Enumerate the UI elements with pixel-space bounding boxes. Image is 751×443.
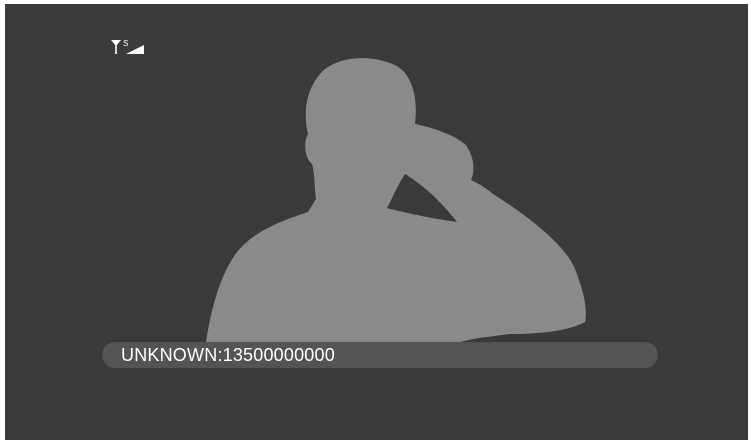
caller-silhouette-icon [206,58,586,342]
caller-info-bar: UNKNOWN : 13500000000 [102,342,658,368]
incoming-call-screen: S UNKNOWN : 13500000000 [5,4,748,440]
caller-number: 13500000000 [222,344,335,365]
caller-name: UNKNOWN [121,344,218,365]
